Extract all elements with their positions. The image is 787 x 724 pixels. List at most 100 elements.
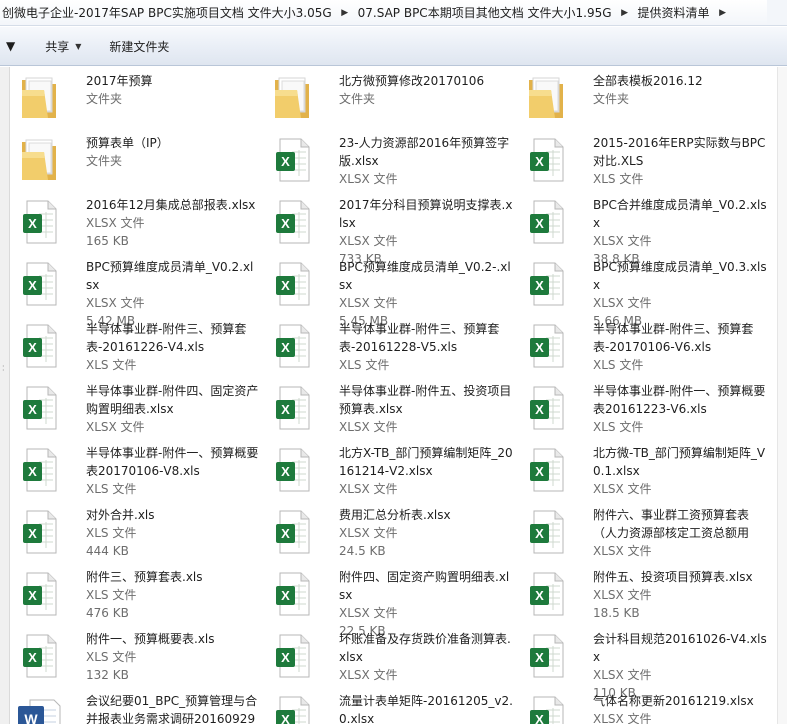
file-item[interactable]: X 附件一、预算概要表.xls XLS 文件 132 KB: [10, 628, 263, 690]
file-item[interactable]: X 会计科目规范20161026-V4.xlsx XLSX 文件 110 KB: [517, 628, 771, 700]
item-name: 全部表模板2016.12: [593, 74, 703, 88]
excel-file-icon: X: [521, 568, 573, 620]
file-item[interactable]: X 半导体事业群-附件四、固定资产购置明细表.xlsx XLSX 文件: [10, 380, 263, 442]
excel-file-icon: X: [267, 630, 319, 682]
folder-item[interactable]: 2017年预算 文件夹: [10, 70, 263, 132]
item-name: 气体名称更新20161219.xlsx: [593, 694, 754, 708]
item-size: 132 KB: [86, 668, 129, 682]
excel-file-icon: X: [267, 196, 319, 248]
item-type: 文件夹: [339, 92, 376, 106]
item-size: 165 KB: [86, 234, 129, 248]
file-item[interactable]: X 半导体事业群-附件一、预算概要表20170106-V8.xls XLS 文件: [10, 442, 263, 504]
item-details: 预算表单（IP） 文件夹: [86, 134, 169, 170]
excel-file-icon: X: [14, 382, 66, 434]
item-details: 附件一、预算概要表.xls XLS 文件 132 KB: [86, 630, 215, 684]
share-button[interactable]: 共享 ▼: [37, 34, 89, 58]
svg-text:X: X: [535, 588, 544, 603]
item-details: 北方微预算修改20170106 文件夹: [339, 72, 484, 108]
organize-dropdown-arrow[interactable]: ▼: [0, 34, 37, 58]
excel-file-icon: X: [521, 444, 573, 496]
item-name: 半导体事业群-附件五、投资项目预算表.xlsx: [339, 384, 512, 416]
scrollbar[interactable]: [777, 67, 787, 724]
file-item[interactable]: X 半导体事业群-附件三、预算套表-20170106-V6.xls XLS 文件: [517, 318, 771, 380]
navigation-pane-edge[interactable]: · ·: [0, 67, 10, 724]
file-item[interactable]: X 2016年12月集成总部报表.xlsx XLSX 文件 165 KB: [10, 194, 263, 256]
file-item[interactable]: X 23-人力资源部2016年预算签字版.xlsx XLSX 文件: [263, 132, 517, 194]
file-item[interactable]: X 2015-2016年ERP实际数与BPC对比.XLS XLS 文件: [517, 132, 771, 194]
file-grid: 2017年预算 文件夹 北方微预算修改20170106 文件夹 全部表模板2016.12…: [10, 67, 777, 724]
svg-text:X: X: [281, 216, 290, 231]
file-item[interactable]: X 半导体事业群-附件三、预算套表-20161226-V4.xls XLS 文件: [10, 318, 263, 380]
file-item[interactable]: X 半导体事业群-附件五、投资项目预算表.xlsx XLSX 文件: [263, 380, 517, 442]
excel-file-icon: X: [267, 258, 319, 310]
folder-item[interactable]: 全部表模板2016.12 文件夹: [517, 70, 771, 132]
file-item[interactable]: X 坏账准备及存货跌价准备测算表.xlsx XLSX 文件: [263, 628, 517, 690]
excel-file-icon: X: [14, 320, 66, 372]
file-item[interactable]: X 对外合并.xls XLS 文件 444 KB: [10, 504, 263, 566]
excel-file-icon: X: [14, 506, 66, 558]
file-item[interactable]: X BPC预算维度成员清单_V0.2.xlsx XLSX 文件 5.42 MB: [10, 256, 263, 328]
svg-text:X: X: [535, 650, 544, 665]
breadcrumb-item-project[interactable]: 创微电子企业-2017年SAP BPC实施项目文档 文件大小3.05G: [0, 4, 334, 21]
svg-text:X: X: [281, 650, 290, 665]
item-type: XLS 文件: [86, 482, 137, 496]
file-item[interactable]: X 附件四、固定资产购置明细表.xlsx XLSX 文件 22.5 KB: [263, 566, 517, 638]
file-item[interactable]: X 北方X-TB_部门预算编制矩阵_20161214-V2.xlsx XLSX 文件: [263, 442, 517, 504]
item-details: 费用汇总分析表.xlsx XLSX 文件 24.5 KB: [339, 506, 451, 560]
item-name: 预算表单（IP）: [86, 136, 169, 150]
item-type: XLSX 文件: [339, 482, 398, 496]
chevron-right-icon[interactable]: ▶: [617, 3, 633, 23]
item-details: 半导体事业群-附件四、固定资产购置明细表.xlsx XLSX 文件: [86, 382, 259, 436]
item-type: XLS 文件: [593, 172, 644, 186]
file-item[interactable]: X 流量计表单矩阵-20161205_v2.0.xlsx: [263, 690, 517, 724]
file-item[interactable]: W 会议纪要01_BPC_预算管理与合并报表业务需求调研20160929_V1..…: [10, 690, 263, 724]
item-name: 2017年分科目预算说明支撑表.xlsx: [339, 198, 513, 230]
item-name: 北方微预算修改20170106: [339, 74, 485, 88]
file-item[interactable]: X 北方微-TB_部门预算编制矩阵_V0.1.xlsx XLSX 文件: [517, 442, 771, 504]
excel-file-icon: X: [267, 568, 319, 620]
folder-item[interactable]: 预算表单（IP） 文件夹: [10, 132, 263, 194]
file-item[interactable]: X 附件五、投资项目预算表.xlsx XLSX 文件 18.5 KB: [517, 566, 771, 628]
excel-file-icon: X: [14, 444, 66, 496]
chevron-right-icon[interactable]: ▶: [337, 3, 353, 23]
new-folder-button-label: 新建文件夹: [109, 39, 170, 54]
file-item[interactable]: X 2017年分科目预算说明支撑表.xlsx XLSX 文件 733 KB: [263, 194, 517, 266]
item-name: 附件三、预算套表.xls: [86, 570, 203, 584]
item-type: XLS 文件: [593, 358, 644, 372]
svg-text:X: X: [535, 402, 544, 417]
folder-icon: [14, 134, 66, 186]
file-item[interactable]: X 费用汇总分析表.xlsx XLSX 文件 24.5 KB: [263, 504, 517, 566]
excel-file-icon: X: [267, 134, 319, 186]
command-bar: ▼ 共享 ▼ 新建文件夹: [0, 27, 787, 66]
item-type: XLS 文件: [86, 588, 137, 602]
svg-text:X: X: [535, 216, 544, 231]
item-details: 半导体事业群-附件一、预算概要表20170106-V8.xls XLS 文件: [86, 444, 259, 498]
excel-file-icon: X: [521, 320, 573, 372]
share-button-label: 共享: [45, 39, 70, 54]
breadcrumb-item-current[interactable]: 提供资料清单: [636, 4, 712, 21]
file-item[interactable]: X 附件六、事业群工资预算套表（人力资源部核定工资总额用表）.xlsx XLSX 文…: [517, 504, 771, 566]
new-folder-button[interactable]: 新建文件夹: [101, 34, 177, 58]
item-size: 476 KB: [86, 606, 129, 620]
folder-item[interactable]: 北方微预算修改20170106 文件夹: [263, 70, 517, 132]
file-item[interactable]: X BPC预算维度成员清单_V0.2-.xlsx XLSX 文件 5.45 MB: [263, 256, 517, 328]
file-item[interactable]: X 半导体事业群-附件一、预算概要表20161223-V6.xls XLS 文件: [517, 380, 771, 442]
file-item[interactable]: X BPC合并维度成员清单_V0.2.xlsx XLSX 文件 38.8 KB: [517, 194, 771, 266]
breadcrumb-item-other-docs[interactable]: 07.SAP BPC本期项目其他文档 文件大小1.95G: [356, 4, 614, 21]
excel-file-icon: X: [14, 568, 66, 620]
item-type: XLSX 文件: [339, 668, 398, 682]
file-item[interactable]: X 附件三、预算套表.xls XLS 文件 476 KB: [10, 566, 263, 628]
item-name: 半导体事业群-附件四、固定资产购置明细表.xlsx: [86, 384, 259, 416]
address-bar[interactable]: 创微电子企业-2017年SAP BPC实施项目文档 文件大小3.05G ▶ 07…: [0, 0, 787, 26]
item-name: 附件四、固定资产购置明细表.xlsx: [339, 570, 510, 602]
chevron-right-icon[interactable]: ▶: [715, 3, 731, 23]
item-type: XLS 文件: [593, 420, 644, 434]
item-type: XLS 文件: [86, 358, 137, 372]
file-item[interactable]: X 半导体事业群-附件三、预算套表-20161228-V5.xls XLS 文件: [263, 318, 517, 380]
splitter-grip-icon[interactable]: · ·: [2, 363, 6, 375]
item-details: 2017年预算 文件夹: [86, 72, 153, 108]
svg-text:X: X: [28, 588, 37, 603]
file-item[interactable]: X 气体名称更新20161219.xlsx XLSX 文件: [517, 690, 771, 724]
file-item[interactable]: X BPC预算维度成员清单_V0.3.xlsx XLSX 文件 5.66 MB: [517, 256, 771, 328]
item-details: 23-人力资源部2016年预算签字版.xlsx XLSX 文件: [339, 134, 513, 188]
